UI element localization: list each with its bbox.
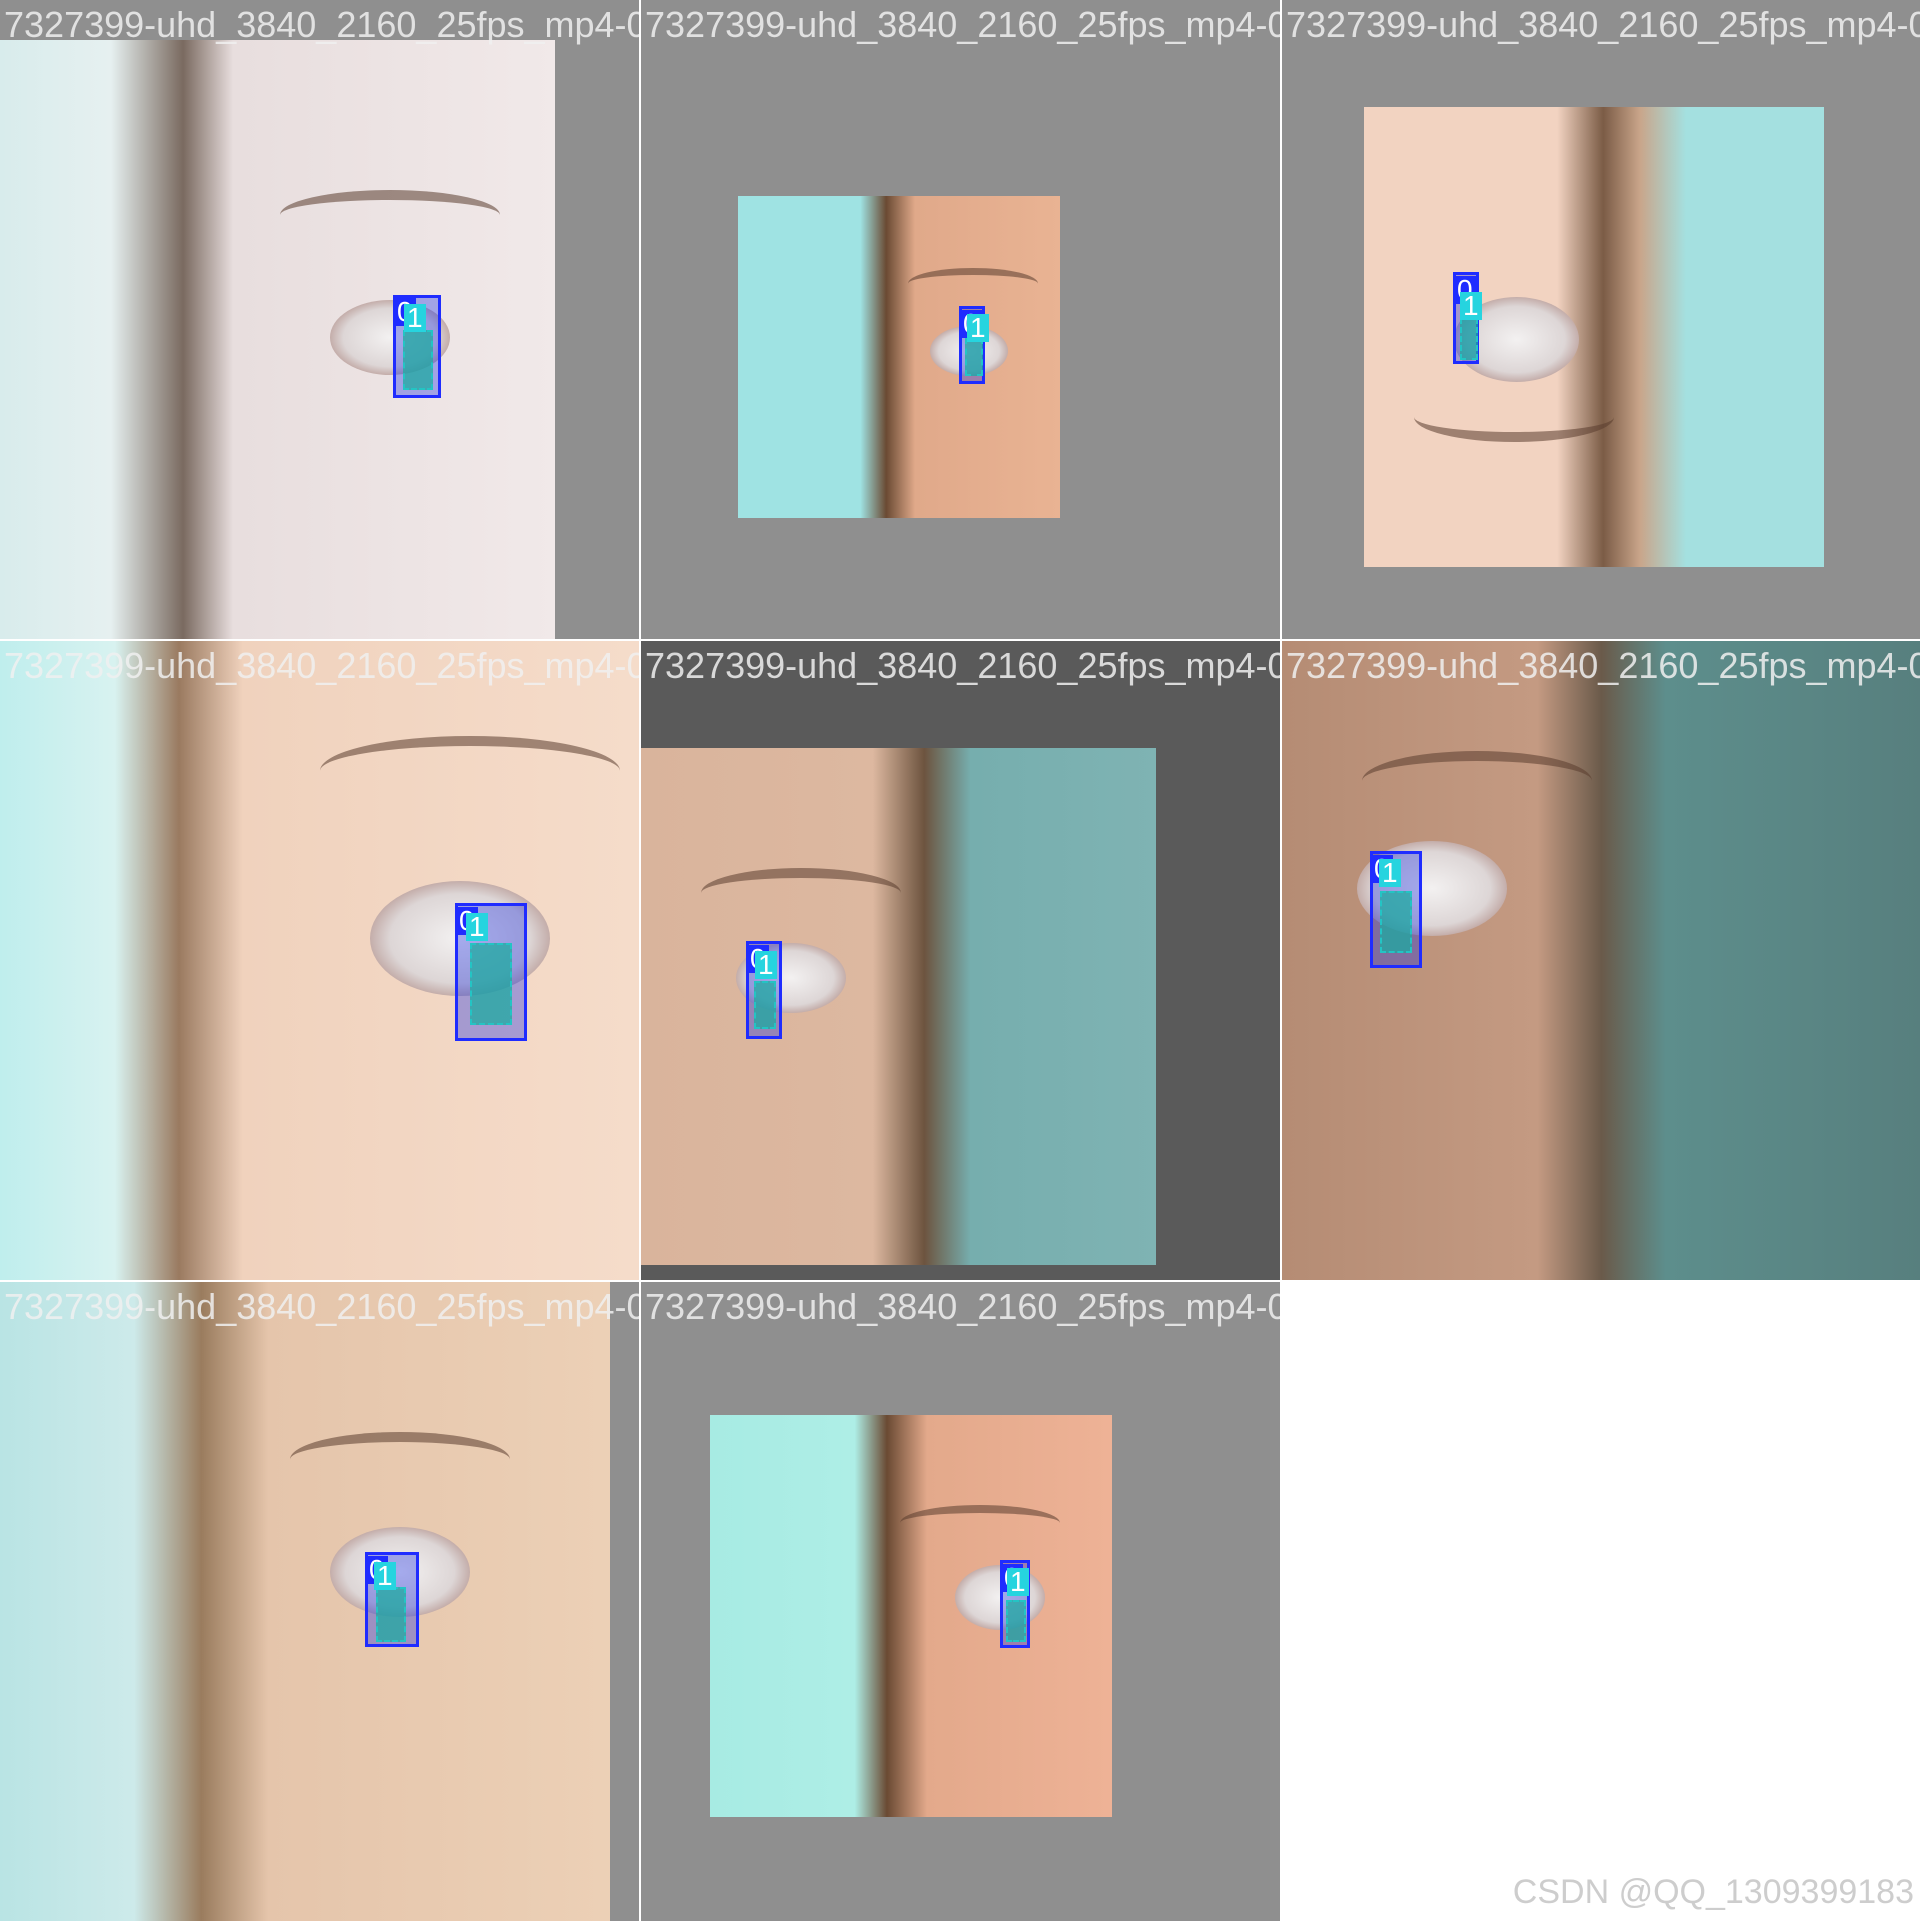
detection-box-class1 <box>403 330 433 390</box>
face-photo <box>0 1282 610 1921</box>
detection-box-class1 <box>965 338 983 376</box>
mosaic-tile-6: 0 1 7327399-uhd_3840_2160_25fps_mp4-0052… <box>1282 641 1920 1280</box>
detection-box-class1 <box>376 1587 406 1642</box>
filename-label: 7327399-uhd_3840_2160_25fps_mp4-0056_jpg <box>4 1286 639 1327</box>
class1-label: 1 <box>466 913 488 941</box>
eyebrow <box>280 190 500 240</box>
face-photo <box>0 641 639 1280</box>
face-photo <box>710 1415 1112 1817</box>
mosaic-tile-1: 0 1 7327399-uhd_3840_2160_25fps_mp4-0053… <box>0 0 639 639</box>
eyebrow <box>1414 392 1614 442</box>
detection-box-class1 <box>754 981 776 1029</box>
detection-box-class1 <box>470 943 512 1025</box>
detection-box-class1 <box>1460 318 1478 360</box>
face-photo <box>0 40 555 639</box>
class1-label: 1 <box>967 314 989 342</box>
eyebrow <box>290 1432 510 1487</box>
mosaic-tile-5: 0 1 7327399-uhd_3840_2160_25fps_mp4-0058… <box>641 641 1280 1280</box>
filename-label: 7327399-uhd_3840_2160_25fps_mp4-0053_jpg <box>4 4 639 45</box>
detection-box-class1 <box>1006 1600 1026 1642</box>
filename-label: 7327399-uhd_3840_2160_25fps_mp4-0052_jpg <box>1286 645 1920 686</box>
filename-label: 7327399-uhd_3840_2160_25fps_mp4-0058_jpg <box>645 645 1280 686</box>
filename-label: 7327399-uhd_3840_2160_25fps_mp4-0051_jpg <box>645 4 1280 45</box>
class1-label: 1 <box>374 1562 396 1590</box>
class1-label: 1 <box>404 304 426 332</box>
face-photo <box>641 748 1156 1265</box>
mosaic-tile-8: 0 1 7327399-uhd_3840_2160_25fps_mp4-0059… <box>641 1282 1280 1921</box>
eyebrow <box>701 868 901 918</box>
class1-label: 1 <box>1007 1568 1029 1596</box>
filename-label: 7327399-uhd_3840_2160_25fps_mp4-0054_jpg <box>4 645 639 686</box>
watermark: CSDN @QQ_1309399183 <box>1512 1873 1914 1911</box>
mosaic-tile-7: 0 1 7327399-uhd_3840_2160_25fps_mp4-0056… <box>0 1282 639 1921</box>
eyebrow <box>320 736 620 806</box>
eyebrow <box>1362 751 1592 811</box>
eyebrow <box>908 268 1038 299</box>
class1-label: 1 <box>1379 859 1401 887</box>
eyebrow <box>900 1505 1060 1541</box>
mosaic-tile-3: 0 1 7327399-uhd_3840_2160_25fps_mp4-0057… <box>1282 0 1920 639</box>
mosaic-tile-2: 0 1 7327399-uhd_3840_2160_25fps_mp4-0051… <box>641 0 1280 639</box>
mosaic-tile-4: 0 1 7327399-uhd_3840_2160_25fps_mp4-0054… <box>0 641 639 1280</box>
face-photo <box>1364 107 1824 567</box>
class1-label: 1 <box>1460 292 1482 320</box>
detection-box-class1 <box>1380 891 1412 953</box>
filename-label: 7327399-uhd_3840_2160_25fps_mp4-0059_jpg <box>645 1286 1280 1327</box>
face-photo <box>738 196 1060 518</box>
filename-label: 7327399-uhd_3840_2160_25fps_mp4-0057_jpg <box>1286 4 1920 45</box>
class1-label: 1 <box>755 951 777 979</box>
